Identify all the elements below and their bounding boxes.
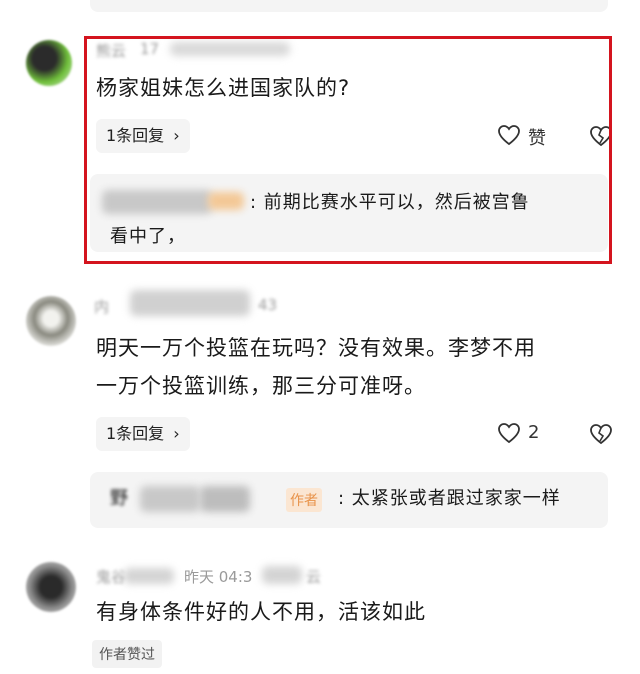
blurred-meta	[124, 568, 174, 584]
previous-reply-strip	[90, 0, 608, 12]
broken-heart-icon[interactable]	[589, 423, 613, 447]
comment-meta: 43	[258, 296, 278, 314]
reply-preview[interactable]: 野 作者 : 太紧张或者跟过家家一样	[90, 472, 608, 528]
username[interactable]: 内	[94, 296, 109, 317]
avatar[interactable]	[26, 40, 72, 86]
author-tag: 作者	[286, 488, 322, 512]
reply-count-button[interactable]: 1条回复 ›	[96, 417, 190, 451]
comment-text-line1: 明天一万个投篮在玩吗？没有效果。李梦不用	[96, 336, 536, 360]
username[interactable]: 鬼谷	[96, 566, 126, 587]
reply-author[interactable]: 野	[110, 484, 129, 514]
chevron-right-icon: ›	[173, 424, 180, 443]
like-count: 2	[528, 422, 540, 443]
like-button[interactable]: 2	[497, 422, 557, 448]
blurred-reply-author	[140, 486, 200, 512]
blurred-meta	[262, 566, 302, 584]
highlight-box	[84, 36, 612, 264]
reply-count-label: 1条回复	[106, 424, 165, 443]
author-liked-badge: 作者赞过	[92, 640, 162, 668]
comment-time: 昨天 04:3	[184, 568, 253, 586]
comment-meta: 云	[306, 568, 322, 586]
avatar[interactable]	[26, 296, 76, 346]
comment-text: 有身体条件好的人不用，活该如此	[96, 600, 426, 624]
blurred-meta	[130, 290, 250, 316]
comment-text-line2: 一万个投篮训练，那三分可准呀。	[96, 374, 426, 398]
avatar[interactable]	[26, 562, 76, 612]
heart-icon	[498, 423, 520, 444]
reply-text: : 太紧张或者跟过家家一样	[338, 488, 561, 509]
blurred-reply-author	[200, 486, 250, 512]
